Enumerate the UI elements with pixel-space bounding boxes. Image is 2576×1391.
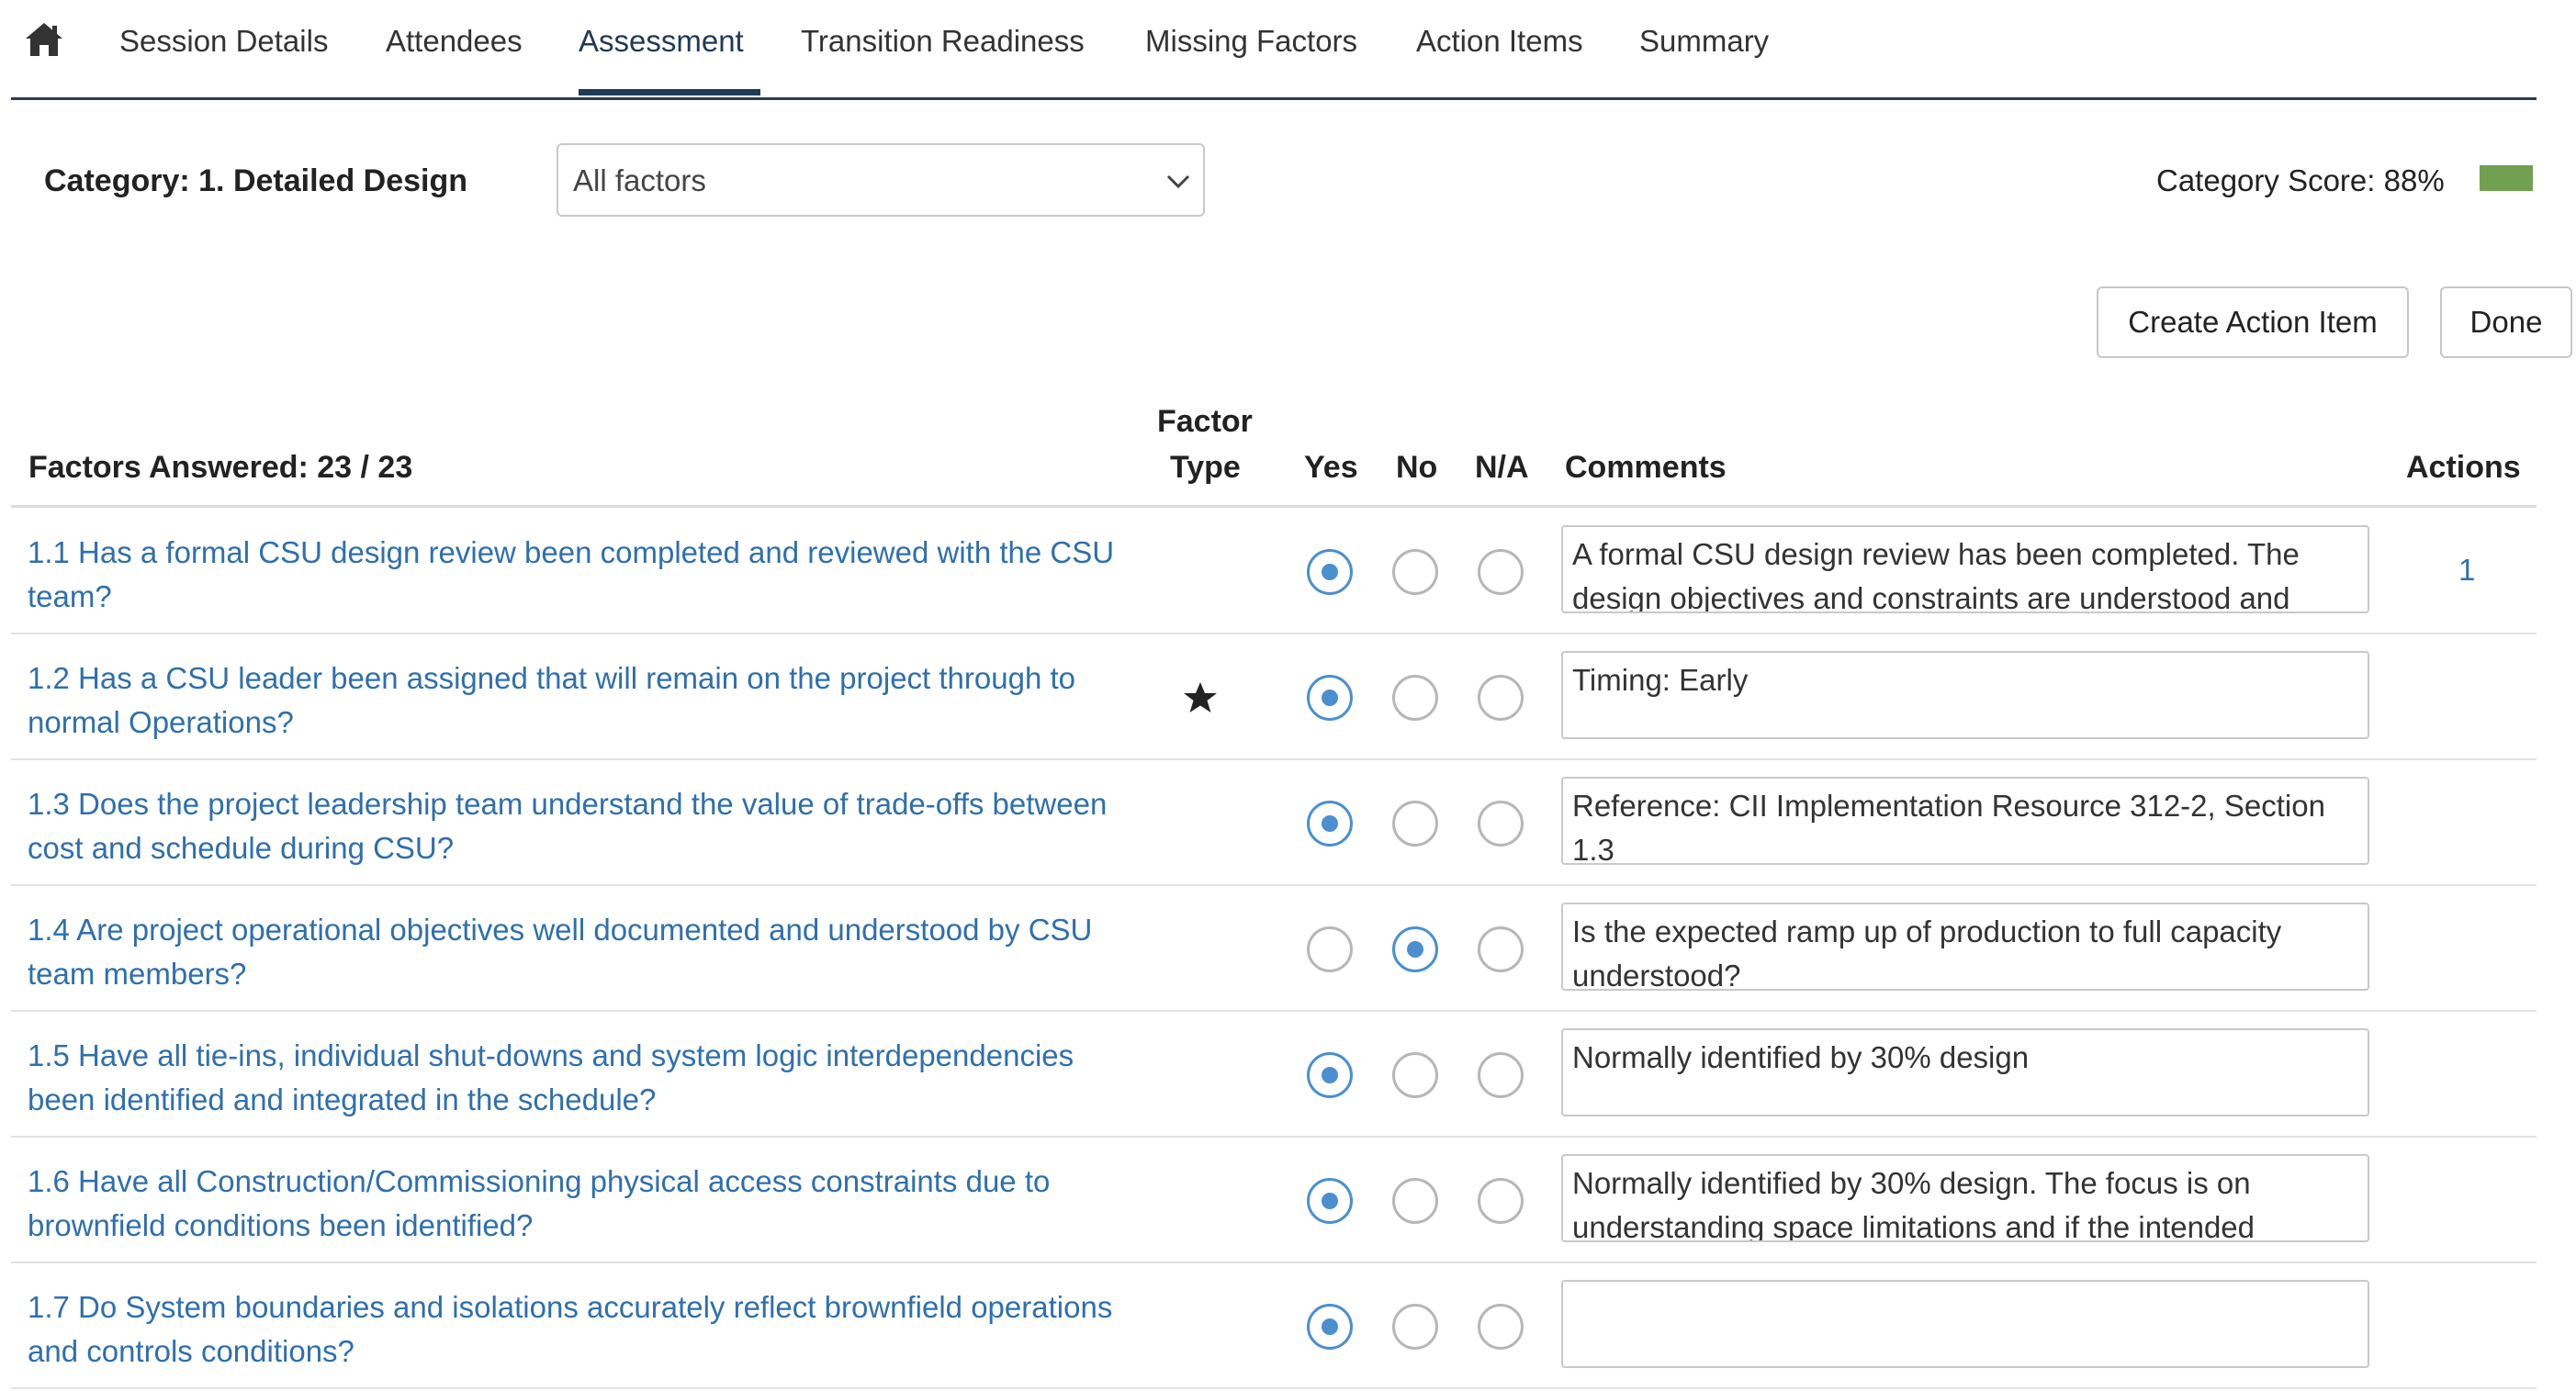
factor-question-link[interactable]: 1.2 Has a CSU leader been assigned that … (28, 656, 1130, 745)
na-radio[interactable] (1478, 1052, 1524, 1098)
chevron-down-icon (1166, 174, 1190, 189)
no-radio[interactable] (1392, 926, 1438, 972)
factor-question-link[interactable]: 1.1 Has a formal CSU design review been … (28, 531, 1130, 619)
table-row: 1.4 Are project operational objectives w… (11, 886, 2537, 1012)
factor-question-link[interactable]: 1.4 Are project operational objectives w… (28, 908, 1130, 996)
no-radio[interactable] (1392, 675, 1438, 721)
header-divider (11, 505, 2537, 508)
na-radio[interactable] (1478, 549, 1524, 595)
tab-attendees[interactable]: Attendees (386, 24, 523, 59)
tab-summary[interactable]: Summary (1639, 24, 1769, 59)
comment-field[interactable]: A formal CSU design review has been comp… (1561, 525, 2369, 613)
na-radio[interactable] (1478, 1178, 1524, 1224)
table-row: 1.6 Have all Construction/Commissioning … (11, 1138, 2537, 1263)
table-row: 1.2 Has a CSU leader been assigned that … (11, 634, 2537, 760)
comment-field[interactable]: Normally identified by 30% design (1561, 1028, 2369, 1116)
category-label: Category: 1. Detailed Design (44, 163, 468, 198)
no-radio[interactable] (1392, 1178, 1438, 1224)
no-header: No (1396, 450, 1438, 485)
na-radio[interactable] (1478, 926, 1524, 972)
star-icon (1184, 682, 1217, 712)
no-radio[interactable] (1392, 1052, 1438, 1098)
factors-answered-header: Factors Answered: 23 / 23 (28, 450, 413, 485)
factor-type-header-line2: Type (1170, 450, 1241, 485)
factor-type-header-line1: Factor (1157, 404, 1253, 439)
factor-filter-select[interactable]: All factors (557, 143, 1205, 217)
yes-radio[interactable] (1307, 1304, 1353, 1350)
assessment-page: Session Details Attendees Assessment Tra… (0, 0, 2576, 1391)
create-action-item-button[interactable]: Create Action Item (2097, 286, 2409, 358)
home-icon[interactable] (24, 20, 64, 59)
factor-question-link[interactable]: 1.3 Does the project leadership team und… (28, 782, 1130, 870)
factor-question-link[interactable]: 1.6 Have all Construction/Commissioning … (28, 1160, 1130, 1248)
na-radio[interactable] (1478, 675, 1524, 721)
comment-field[interactable]: Reference: CII Implementation Resource 3… (1561, 777, 2369, 865)
na-radio[interactable] (1478, 1304, 1524, 1350)
actions-header: Actions (2406, 450, 2521, 485)
comment-field[interactable]: Is the expected ramp up of production to… (1561, 903, 2369, 991)
no-radio[interactable] (1392, 549, 1438, 595)
tab-missing-factors[interactable]: Missing Factors (1145, 24, 1357, 59)
yes-radio[interactable] (1307, 801, 1353, 847)
comments-header: Comments (1565, 450, 1727, 485)
tab-session-details[interactable]: Session Details (119, 24, 328, 59)
score-indicator (2480, 165, 2533, 191)
factor-question-link[interactable]: 1.7 Do System boundaries and isolations … (28, 1285, 1130, 1374)
done-button[interactable]: Done (2440, 286, 2572, 358)
yes-radio[interactable] (1307, 549, 1353, 595)
yes-radio[interactable] (1307, 675, 1353, 721)
action-count-link[interactable]: 1 (2458, 553, 2475, 588)
no-radio[interactable] (1392, 1304, 1438, 1350)
category-score: Category Score: 88% (2156, 163, 2445, 197)
yes-radio[interactable] (1307, 926, 1353, 972)
table-row: 1.7 Do System boundaries and isolations … (11, 1263, 2537, 1389)
tab-action-items[interactable]: Action Items (1416, 24, 1583, 59)
factor-question-link[interactable]: 1.5 Have all tie-ins, individual shut-do… (28, 1034, 1130, 1122)
comment-field[interactable]: Normally identified by 30% design. The f… (1561, 1154, 2369, 1242)
active-tab-indicator (579, 89, 760, 95)
na-header: N/A (1475, 450, 1529, 485)
yes-header: Yes (1304, 450, 1358, 485)
tab-transition-readiness[interactable]: Transition Readiness (801, 24, 1085, 59)
comment-field[interactable]: Timing: Early (1561, 651, 2369, 739)
table-row: 1.3 Does the project leadership team und… (11, 760, 2537, 886)
factor-filter-value: All factors (573, 163, 706, 197)
no-radio[interactable] (1392, 801, 1438, 847)
tab-assessment[interactable]: Assessment (579, 24, 744, 59)
comment-field[interactable] (1561, 1280, 2369, 1368)
na-radio[interactable] (1478, 801, 1524, 847)
yes-radio[interactable] (1307, 1052, 1353, 1098)
top-nav: Session Details Attendees Assessment Tra… (11, 0, 2537, 100)
table-row: 1.5 Have all tie-ins, individual shut-do… (11, 1012, 2537, 1138)
table-row: 1.1 Has a formal CSU design review been … (11, 509, 2537, 634)
yes-radio[interactable] (1307, 1178, 1353, 1224)
